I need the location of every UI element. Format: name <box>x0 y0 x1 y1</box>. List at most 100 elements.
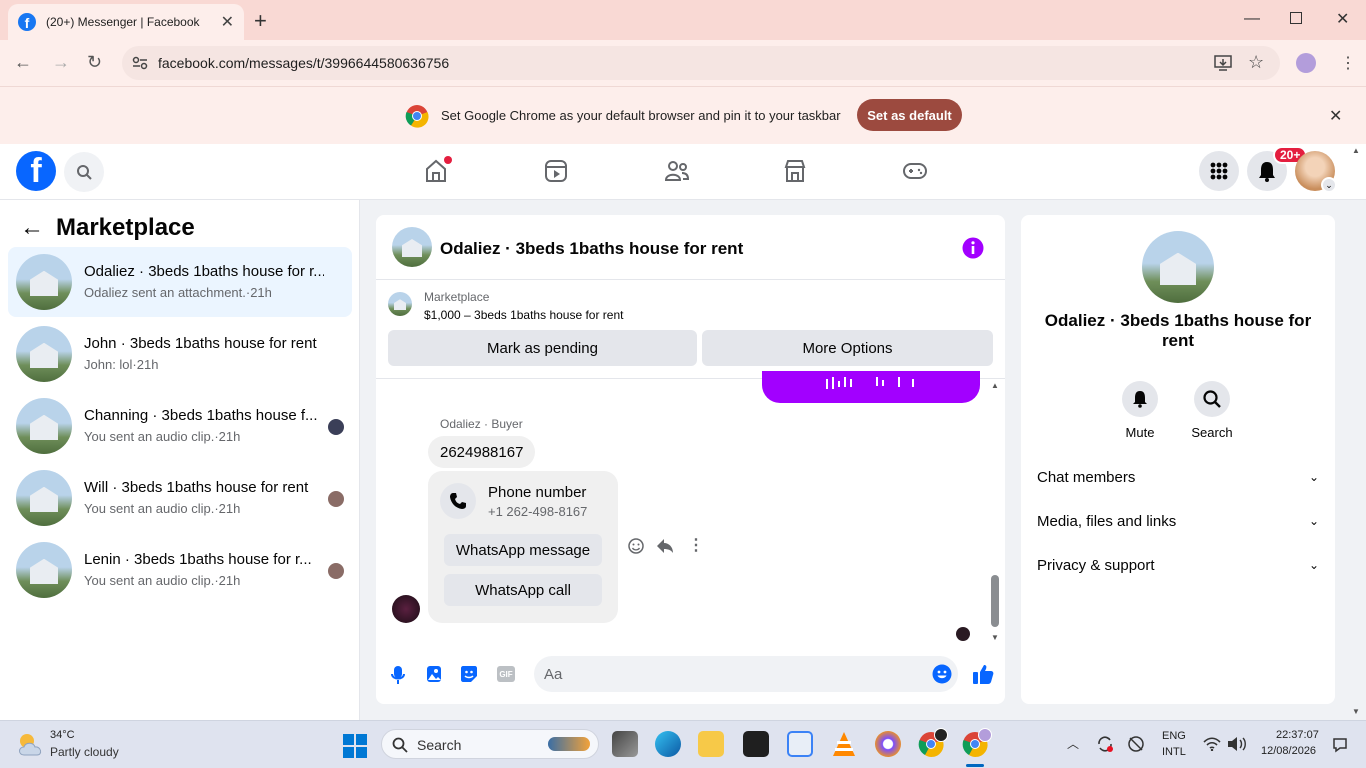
page-scroll-down-icon[interactable]: ▼ <box>1352 707 1360 716</box>
listing-thumbnail[interactable] <box>388 292 412 316</box>
taskbar-search-box[interactable]: Search <box>381 729 599 759</box>
chrome-menu-icon[interactable]: ⋮ <box>1340 53 1356 73</box>
microphone-icon[interactable] <box>391 665 405 685</box>
conversation-item[interactable]: John · 3beds 1baths house for rent John: … <box>8 319 352 389</box>
sender-avatar[interactable] <box>392 595 420 623</box>
sync-icon[interactable] <box>1096 735 1114 753</box>
profile-photo[interactable] <box>1142 231 1214 303</box>
message-input[interactable]: Aa <box>534 656 958 692</box>
message-scrollbar[interactable]: ▲ ▼ <box>990 381 1000 645</box>
back-arrow-icon[interactable]: ← <box>20 214 44 242</box>
menu-button[interactable] <box>1199 151 1239 191</box>
clock-date[interactable]: 12/08/2026 <box>1261 745 1316 757</box>
page-scroll-up-icon[interactable]: ▲ <box>1352 146 1360 155</box>
account-chevron-icon[interactable]: ⌄ <box>1321 177 1337 193</box>
wifi-icon[interactable] <box>1203 737 1221 751</box>
conversation-item[interactable]: Lenin · 3beds 1baths house for r... You s… <box>8 535 352 605</box>
url-text: facebook.com/messages/t/3996644580636756 <box>158 55 450 71</box>
browser-tab[interactable]: f (20+) Messenger | Facebook ✕ <box>8 4 244 40</box>
conversation-item[interactable]: Odaliez · 3beds 1baths house for r... Oda… <box>8 247 352 317</box>
chrome-profile-badge-icon <box>934 728 948 742</box>
reload-button[interactable]: ↻ <box>87 52 102 73</box>
thumbs-up-icon[interactable] <box>972 663 994 685</box>
audio-clip-bubble[interactable] <box>762 371 980 403</box>
sticky-notes-icon[interactable] <box>743 731 769 757</box>
audio-waveform-icon <box>826 377 914 389</box>
notification-center-icon[interactable] <box>1332 737 1348 753</box>
bookmark-star-icon[interactable]: ☆ <box>1248 52 1264 73</box>
whatsapp-message-button[interactable]: WhatsApp message <box>444 534 602 566</box>
marketplace-icon[interactable] <box>783 159 807 183</box>
site-info-icon[interactable] <box>132 56 148 70</box>
listing-title[interactable]: $1,000 – 3beds 1baths house for rent <box>424 308 623 322</box>
search-in-chat-button[interactable]: Search <box>1182 381 1242 440</box>
conversation-item[interactable]: Will · 3beds 1baths house for rent You se… <box>8 463 352 533</box>
video-icon[interactable] <box>544 159 568 183</box>
file-explorer-icon[interactable] <box>698 731 724 757</box>
message-bubble[interactable]: 2624988167 <box>428 436 536 468</box>
facebook-logo-icon[interactable]: f <box>16 151 56 191</box>
chat-members-row[interactable]: Chat members ⌄ <box>1037 457 1319 497</box>
gaming-icon[interactable] <box>902 161 928 181</box>
task-view-icon[interactable] <box>612 731 638 757</box>
emoji-icon[interactable] <box>932 664 952 684</box>
infobar-close-icon[interactable]: ✕ <box>1329 106 1342 126</box>
react-emoji-icon[interactable] <box>628 538 644 554</box>
minimize-button[interactable]: — <box>1244 10 1260 28</box>
photo-icon[interactable] <box>426 665 442 683</box>
show-hidden-icons-chevron-icon[interactable]: ︿ <box>1067 735 1079 752</box>
reply-icon[interactable] <box>656 538 674 554</box>
conversation-item[interactable]: Channing · 3beds 1baths house f... You se… <box>8 391 352 461</box>
install-app-icon[interactable] <box>1214 55 1232 71</box>
language-line2[interactable]: INTL <box>1162 746 1186 758</box>
new-tab-button[interactable]: + <box>254 8 267 34</box>
tab-close-icon[interactable]: ✕ <box>221 12 234 32</box>
sticker-icon[interactable] <box>460 665 478 683</box>
browser-app-icon[interactable] <box>875 731 901 757</box>
set-as-default-button[interactable]: Set as default <box>857 99 962 131</box>
header-divider <box>376 279 1005 280</box>
back-button[interactable]: ← <box>14 52 32 73</box>
search-icon <box>1203 390 1221 408</box>
weather-condition[interactable]: Partly cloudy <box>50 745 119 759</box>
more-actions-icon[interactable]: ⋮ <box>688 535 704 555</box>
message-composer: GIF Aa <box>376 655 1005 704</box>
privacy-support-row[interactable]: Privacy & support ⌄ <box>1037 545 1319 585</box>
vlc-player-icon[interactable] <box>831 731 857 757</box>
mark-as-pending-button[interactable]: Mark as pending <box>388 330 697 366</box>
conversation-name: Will · 3beds 1baths house for rent <box>84 479 309 496</box>
clock-time[interactable]: 22:37:07 <box>1276 729 1319 741</box>
gif-icon[interactable]: GIF <box>497 666 515 682</box>
edge-browser-icon[interactable] <box>655 731 681 757</box>
snipping-tool-icon[interactable] <box>787 731 813 757</box>
scroll-up-icon[interactable]: ▲ <box>991 381 999 390</box>
friends-icon[interactable] <box>664 159 690 183</box>
mute-button[interactable]: Mute <box>1110 381 1170 440</box>
weather-partly-cloudy-icon[interactable] <box>16 731 46 757</box>
chat-avatar[interactable] <box>392 227 432 267</box>
scrollbar-thumb[interactable] <box>991 575 999 627</box>
chat-title[interactable]: Odaliez · 3beds 1baths house for rent <box>440 239 743 259</box>
whatsapp-call-button[interactable]: WhatsApp call <box>444 574 602 606</box>
close-window-button[interactable]: ✕ <box>1336 9 1349 29</box>
windows-start-icon[interactable] <box>343 734 367 758</box>
media-files-links-row[interactable]: Media, files and links ⌄ <box>1037 501 1319 541</box>
scroll-down-icon[interactable]: ▼ <box>991 633 999 642</box>
more-options-button[interactable]: More Options <box>702 330 993 366</box>
chevron-down-icon: ⌄ <box>1308 514 1319 528</box>
address-bar[interactable]: facebook.com/messages/t/3996644580636756… <box>122 46 1280 80</box>
chrome-active-profile-badge-icon <box>978 728 992 742</box>
house-image <box>402 239 422 257</box>
info-icon[interactable] <box>962 237 984 259</box>
forward-button[interactable]: → <box>52 52 70 73</box>
windows-taskbar: 34°C Partly cloudy ︿ ENG INTL 22:37:07 1… <box>0 720 1366 768</box>
search-button[interactable] <box>64 152 104 192</box>
chevron-down-icon: ⌄ <box>1308 470 1319 484</box>
language-line1[interactable]: ENG <box>1162 730 1186 742</box>
network-off-icon[interactable] <box>1127 735 1145 753</box>
volume-icon[interactable] <box>1227 736 1247 752</box>
weather-temperature[interactable]: 34°C <box>50 729 75 741</box>
seen-receipt-avatar <box>956 627 970 641</box>
profile-avatar-icon[interactable] <box>1296 53 1316 73</box>
maximize-button[interactable] <box>1290 12 1302 24</box>
